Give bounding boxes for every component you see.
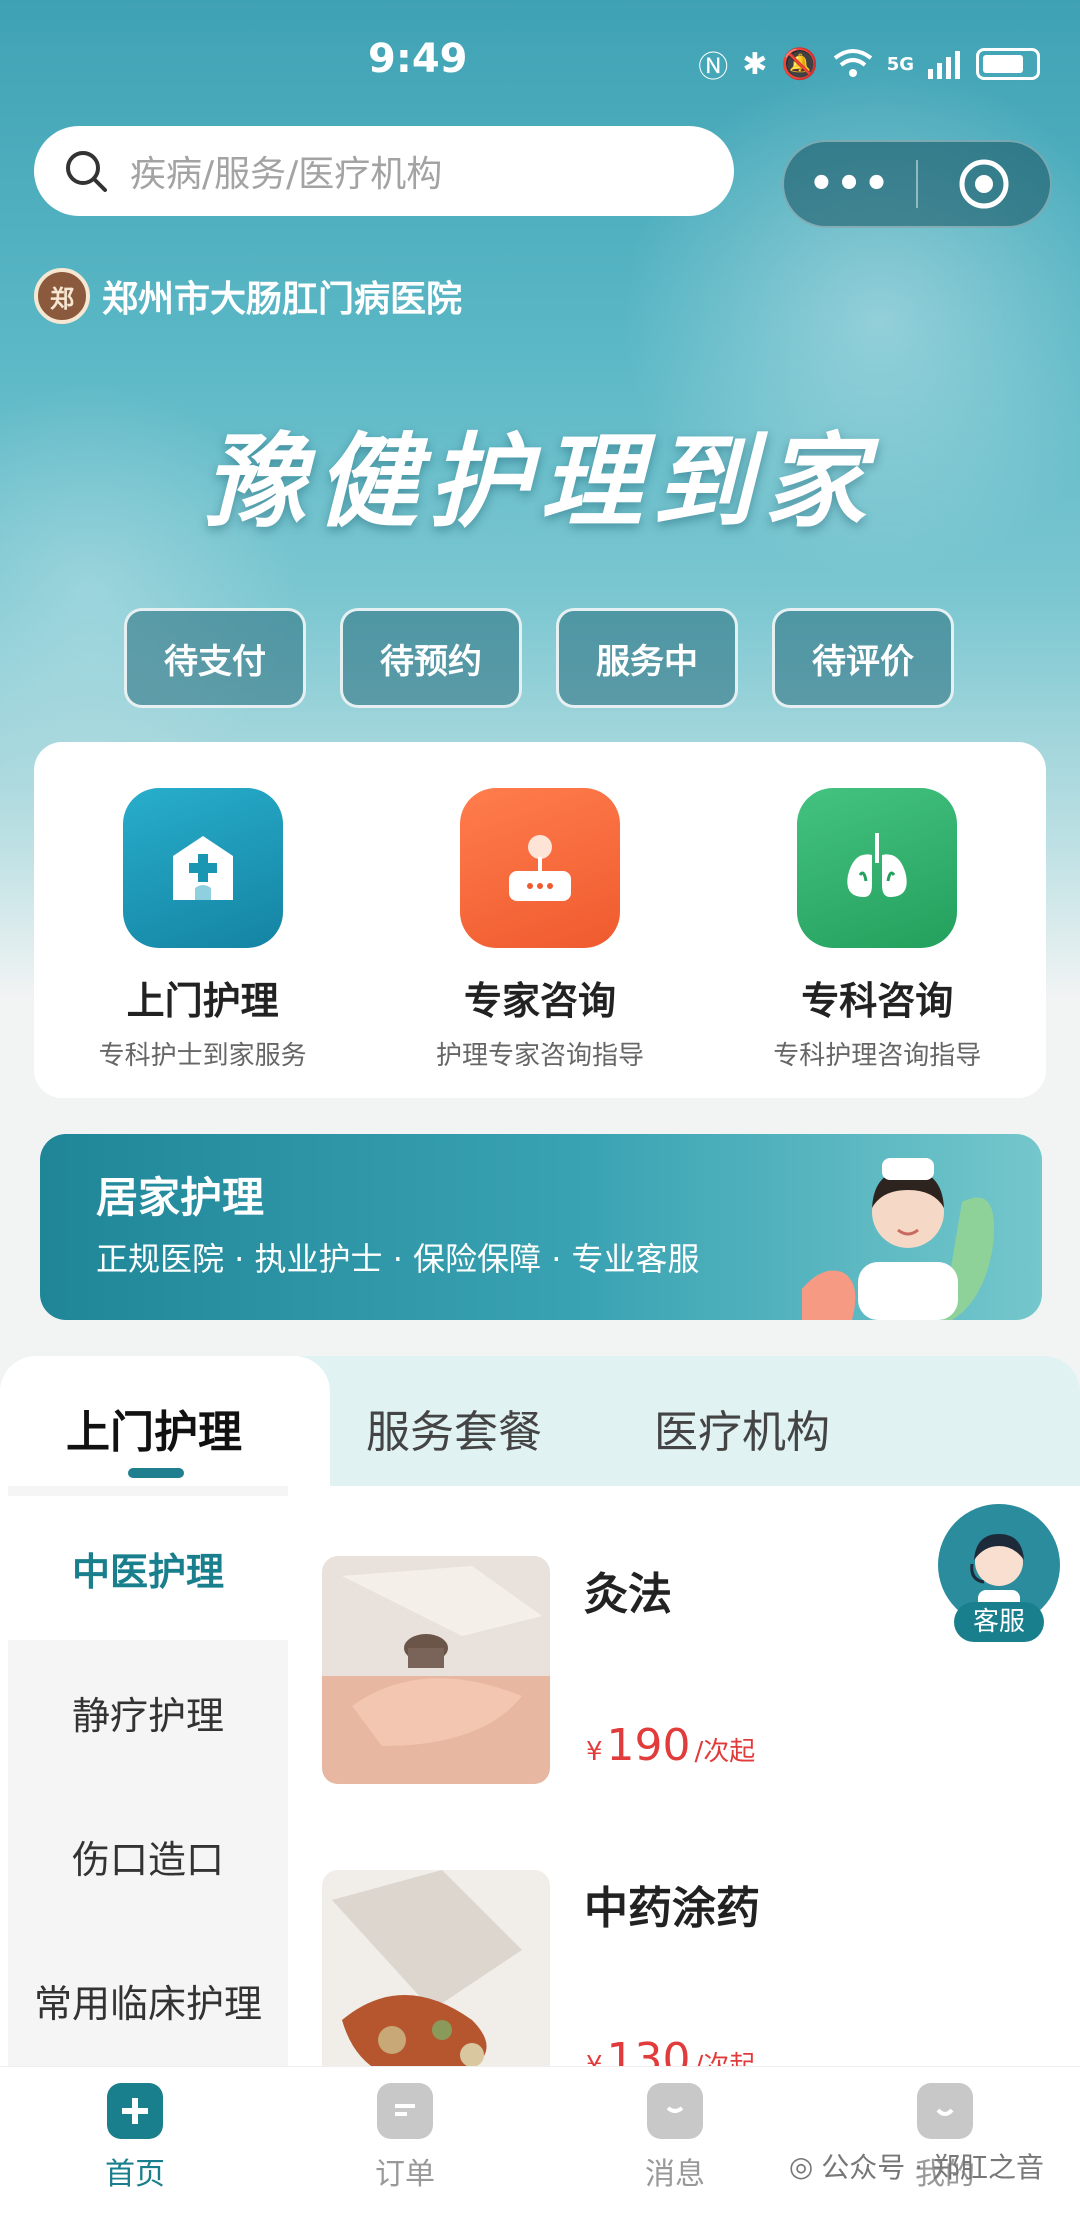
nav-home[interactable]: 首页 [60, 2083, 210, 2193]
expert-consult-tile [459, 788, 620, 948]
specialty-consult-title: 专科咨询 [801, 979, 954, 1023]
product-price: ¥ 190 /次起 [586, 1720, 755, 1771]
search-bar[interactable]: 疾病/服务/医疗机构 [34, 126, 734, 216]
category-tabs: 上门护理 服务套餐 医疗机构 [0, 1356, 1080, 1486]
banner-subtitle: 正规医院 · 执业护士 · 保险保障 · 专业客服 [96, 1240, 700, 1278]
watermark: ◎ 公众号 · 郑肛之音 [789, 2146, 1044, 2186]
wechat-icon: ◎ [788, 2149, 814, 2183]
tab-home-nursing[interactable]: 上门护理 [66, 1396, 242, 1460]
nav-messages[interactable]: 消息 [600, 2083, 750, 2193]
price-value: 190 [606, 1720, 691, 1771]
hospital-logo: 郑 [34, 268, 90, 324]
expert-consult-service[interactable]: 专家咨询 护理专家咨询指导 [390, 788, 690, 1098]
price-currency: ¥ [586, 1737, 603, 1767]
tab-service-packages[interactable]: 服务套餐 [366, 1396, 542, 1460]
consult-device-icon [508, 835, 571, 901]
nav-home-label: 首页 [105, 2157, 165, 2192]
wifi-icon [833, 49, 872, 77]
pending-appointment-button[interactable]: 待预约 [340, 608, 522, 708]
herbal-medicine-image [322, 1870, 550, 2098]
sidebar-item-iv-therapy[interactable]: 静疗护理 [8, 1640, 288, 1784]
category-sidebar: 中医护理 静疗护理 伤口造口 常用临床护理 [8, 1486, 288, 2066]
customer-service-label: 客服 [954, 1602, 1044, 1642]
specialty-consult-tile [797, 788, 958, 948]
product-name: 灸法 [584, 1569, 672, 1620]
hero-slogan: 豫健护理到家 [204, 422, 876, 542]
nav-orders-label: 订单 [375, 2157, 435, 2192]
target-icon [959, 159, 1009, 209]
active-tab-indicator [128, 1468, 184, 1478]
price-unit: /次起 [694, 1737, 756, 1767]
nfc-icon: Ⓝ [698, 50, 729, 85]
mute-icon: 🔕 [781, 46, 819, 82]
network-label: 5G [886, 53, 914, 75]
profile-icon [917, 2083, 973, 2139]
sidebar-item-tcm-nursing[interactable]: 中医护理 [8, 1496, 288, 1640]
moxibustion-image [322, 1556, 550, 1784]
pending-payment-button[interactable]: 待支付 [124, 608, 306, 708]
battery-icon [976, 48, 1040, 80]
specialty-consult-subtitle: 专科护理咨询指导 [773, 1041, 982, 1071]
home-nursing-tile [122, 788, 283, 948]
customer-service-button[interactable]: 客服 [938, 1504, 1060, 1644]
bluetooth-icon: ✱ [742, 46, 768, 82]
pending-review-button[interactable]: 待评价 [772, 608, 954, 708]
product-card[interactable]: 灸法 ¥ 190 /次起 [322, 1556, 1042, 1786]
search-placeholder: 疾病/服务/医疗机构 [130, 154, 443, 195]
nav-orders[interactable]: 订单 [330, 2083, 480, 2193]
orders-icon [377, 2083, 433, 2139]
hospital-name: 郑州市大肠肛门病医院 [102, 279, 463, 320]
order-status-buttons: 待支付 待预约 服务中 待评价 [124, 608, 954, 708]
tab-medical-institutions[interactable]: 医疗机构 [654, 1396, 830, 1460]
more-menu-button[interactable]: ••• [784, 161, 916, 207]
watermark-text: 公众号 · 郑肛之音 [821, 2151, 1044, 2184]
home-nursing-subtitle: 专科护士到家服务 [98, 1041, 307, 1071]
status-icons: Ⓝ ✱ 🔕 5G [698, 42, 1040, 86]
sidebar-item-wound-stoma[interactable]: 伤口造口 [8, 1784, 288, 1928]
expert-consult-subtitle: 护理专家咨询指导 [435, 1041, 644, 1071]
close-mini-program-button[interactable] [918, 158, 1050, 210]
home-nursing-service[interactable]: 上门护理 专科护士到家服务 [53, 788, 353, 1098]
in-service-button[interactable]: 服务中 [556, 608, 738, 708]
signal-icon [928, 51, 960, 79]
expert-consult-title: 专家咨询 [463, 979, 616, 1023]
banner-title: 居家护理 [96, 1173, 265, 1222]
content-area: 中医护理 静疗护理 伤口造口 常用临床护理 灸法 ¥ 190 /次起 中药涂药 … [0, 1486, 1080, 2098]
search-icon [66, 151, 107, 192]
specialty-consult-service[interactable]: 专科咨询 专科护理咨询指导 [727, 788, 1027, 1098]
status-time: 9:49 [368, 36, 468, 82]
house-icon [172, 836, 233, 900]
mini-program-capsule: ••• [782, 140, 1052, 228]
hospital-selector[interactable]: 郑 郑州市大肠肛门病医院 [34, 268, 462, 324]
product-name: 中药涂药 [584, 1883, 760, 1934]
status-bar: 9:49 Ⓝ ✱ 🔕 5G [0, 30, 1080, 100]
nurse-illustration [802, 1158, 994, 1320]
home-nursing-title: 上门护理 [126, 979, 279, 1023]
lungs-icon [847, 833, 907, 897]
home-care-banner[interactable]: 居家护理 正规医院 · 执业护士 · 保险保障 · 专业客服 [40, 1134, 1042, 1320]
nav-messages-label: 消息 [645, 2157, 705, 2192]
services-card: 上门护理 专科护士到家服务 专家咨询 护理专家咨询指导 专科咨询 专科护理咨询指… [34, 742, 1046, 1098]
home-icon [107, 2083, 163, 2139]
message-icon [647, 2083, 703, 2139]
sidebar-item-clinical-nursing[interactable]: 常用临床护理 [8, 1928, 288, 2072]
